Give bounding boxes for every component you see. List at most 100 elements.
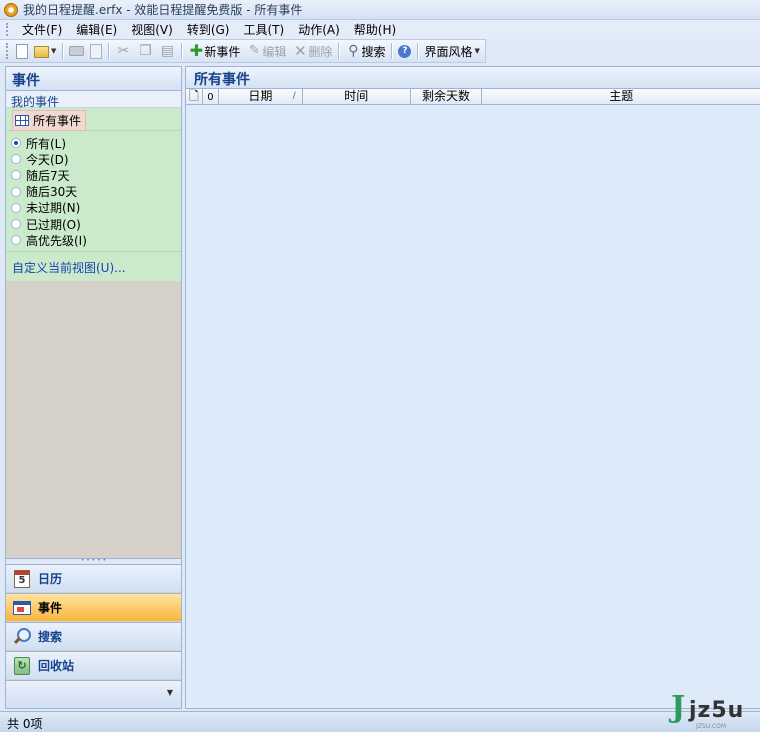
filter-label: 今天(D)	[26, 152, 69, 167]
event-list[interactable]	[186, 105, 760, 708]
nav-search-label: 搜索	[38, 630, 63, 644]
filter-today[interactable]: 今天(D)	[11, 151, 181, 167]
filter-label: 高优先级(I)	[26, 233, 87, 248]
nav-calendar[interactable]: 5 日历	[6, 564, 181, 592]
column-time[interactable]: 时间	[303, 89, 411, 104]
app-clock-icon	[4, 2, 18, 17]
toolbar-separator	[391, 43, 393, 59]
help-button[interactable]: ?	[395, 41, 414, 61]
open-file-button[interactable]: ▼	[31, 41, 59, 61]
print-preview-button[interactable]	[87, 41, 105, 61]
menu-file[interactable]: 文件(F)	[15, 21, 69, 38]
cut-button[interactable]: ✂	[112, 41, 134, 61]
nav-search[interactable]: 搜索	[6, 622, 181, 650]
sidebar-title: 事件	[6, 67, 181, 91]
filter-next-30-days[interactable]: 随后30天	[11, 184, 181, 200]
nav-recycle-bin[interactable]: ↻ 回收站	[6, 651, 181, 679]
filter-next-7-days[interactable]: 随后7天	[11, 167, 181, 183]
radio-button[interactable]	[11, 202, 21, 213]
magnifier-icon: ⚲	[348, 43, 359, 59]
radio-button[interactable]	[11, 219, 21, 230]
filter-panel: 所有事件 所有(L) 今天(D) 随后7天 随后30天 未过期(N) 已过期(O…	[6, 108, 181, 282]
printer-icon	[69, 46, 85, 56]
pencil-icon: ✎	[248, 43, 260, 58]
dropdown-arrow-icon: ▼	[474, 47, 480, 55]
new-event-button[interactable]: ✚ 新事件	[185, 41, 243, 61]
toolbar-grip-handle[interactable]	[6, 43, 9, 59]
delete-label: 删除	[308, 44, 333, 59]
nav-events[interactable]: 事件	[6, 593, 181, 621]
paste-button[interactable]: ▤	[156, 41, 178, 61]
menu-edit[interactable]: 编辑(E)	[69, 21, 124, 38]
new-file-button[interactable]	[13, 41, 31, 61]
toolbar-separator	[181, 43, 183, 59]
edit-button[interactable]: ✎ 编辑	[243, 41, 289, 61]
help-icon: ?	[398, 44, 412, 58]
menu-tools[interactable]: 工具(T)	[236, 21, 291, 38]
search-label: 搜索	[361, 44, 386, 59]
column-date[interactable]: 日期 /	[219, 89, 303, 104]
filter-label: 所有(L)	[26, 136, 67, 151]
copy-button[interactable]: ❐	[134, 41, 156, 61]
column-attachment[interactable]: 0	[203, 89, 219, 104]
dropdown-arrow-icon: ▼	[51, 47, 57, 55]
menu-bar: 文件(F) 编辑(E) 视图(V) 转到(G) 工具(T) 动作(A) 帮助(H…	[0, 20, 760, 39]
filter-high-priority[interactable]: 高优先级(I)	[11, 232, 181, 248]
menu-grip-handle[interactable]	[6, 23, 9, 36]
magnifier-icon	[12, 627, 32, 647]
menu-actions[interactable]: 动作(A)	[291, 21, 347, 38]
column-days-left[interactable]: 剩余天数	[411, 89, 483, 104]
window-title: 我的日程提醒.erfx - 效能日程提醒免费版 - 所有事件	[23, 3, 303, 17]
filter-label: 未过期(N)	[26, 201, 81, 216]
main-title: 所有事件	[186, 67, 760, 89]
filter-label: 随后30天	[26, 185, 78, 200]
clipboard-icon: ▤	[160, 43, 174, 59]
toolbar-separator	[62, 43, 64, 59]
column-subject[interactable]: 主题	[482, 89, 760, 104]
status-count: 共 0项	[7, 717, 43, 731]
grid-view-icon	[15, 115, 29, 126]
print-preview-icon	[90, 43, 103, 59]
paperclip-icon: 0	[207, 92, 214, 103]
edit-label: 编辑	[262, 44, 287, 59]
toolbar: ▼ ✂ ❐ ▤ ✚ 新事件 ✎ 编辑 ✕ 删除 ⚲ 搜索 ? 界面风格 ▼	[0, 39, 486, 63]
filter-all[interactable]: 所有(L)	[11, 135, 181, 151]
plus-icon: ✚	[189, 41, 204, 60]
new-file-icon	[16, 43, 28, 59]
filter-expired[interactable]: 已过期(O)	[11, 216, 181, 232]
nav-events-label: 事件	[38, 601, 63, 615]
menu-view[interactable]: 视图(V)	[124, 21, 180, 38]
menu-goto[interactable]: 转到(G)	[180, 21, 237, 38]
nav-calendar-label: 日历	[38, 572, 63, 586]
skin-dropdown[interactable]: 界面风格 ▼	[421, 41, 482, 61]
print-button[interactable]	[66, 41, 87, 61]
sort-indicator-icon: /	[292, 91, 296, 101]
radio-button[interactable]	[11, 170, 21, 181]
nav-recycle-bin-label: 回收站	[38, 659, 75, 673]
radio-button[interactable]	[11, 235, 21, 246]
customize-view-link[interactable]: 自定义当前视图(U)...	[6, 251, 181, 281]
radio-button[interactable]	[11, 154, 21, 165]
my-events-label: 我的事件	[6, 91, 181, 109]
scissors-icon: ✂	[117, 43, 130, 59]
main-panel: 所有事件 🗋 0 日期 / 时间 剩余天数 主题	[185, 66, 760, 709]
calendar-icon: 5	[12, 569, 32, 589]
filter-not-expired[interactable]: 未过期(N)	[11, 200, 181, 216]
filter-label: 已过期(O)	[26, 217, 81, 232]
delete-x-icon: ✕	[294, 42, 307, 60]
toolbar-separator	[338, 43, 340, 59]
radio-button[interactable]	[11, 186, 21, 197]
radio-button[interactable]	[11, 138, 21, 149]
toolbar-separator	[108, 43, 110, 59]
search-button[interactable]: ⚲ 搜索	[342, 41, 388, 61]
all-events-row: 所有事件	[6, 108, 181, 131]
sidebar: 事件 我的事件 所有事件 所有(L) 今天(D) 随后7天 随后30天 未过期(…	[5, 66, 182, 709]
column-type[interactable]: 🗋	[186, 89, 203, 104]
skin-label: 界面风格	[424, 44, 473, 59]
nav-configure-button[interactable]: ▼	[6, 680, 181, 708]
all-events-item[interactable]: 所有事件	[12, 110, 87, 131]
open-folder-icon	[34, 46, 49, 58]
title-bar: 我的日程提醒.erfx - 效能日程提醒免费版 - 所有事件	[0, 0, 760, 20]
delete-button[interactable]: ✕ 删除	[289, 41, 335, 61]
menu-help[interactable]: 帮助(H)	[347, 21, 403, 38]
